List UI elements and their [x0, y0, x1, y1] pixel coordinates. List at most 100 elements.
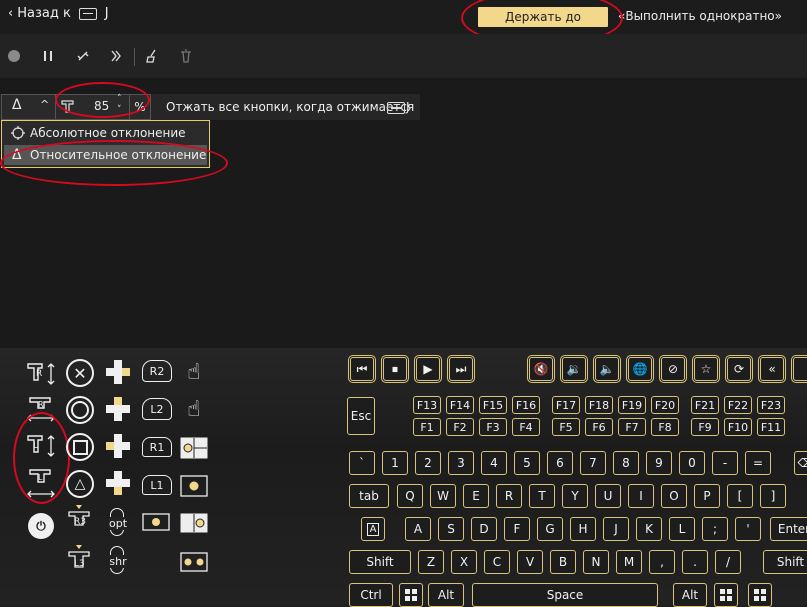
browser-stop-key[interactable]: ⊘ — [659, 355, 687, 383]
l3-button[interactable]: L3 — [66, 545, 92, 576]
tab-key[interactable]: tab — [349, 484, 389, 508]
key[interactable]: B — [550, 550, 576, 574]
key[interactable]: L — [669, 517, 695, 541]
key[interactable]: D — [471, 517, 497, 541]
key[interactable]: N — [583, 550, 609, 574]
key[interactable]: ' — [735, 517, 761, 541]
f-key[interactable]: F2 — [446, 418, 474, 436]
key[interactable]: / — [715, 550, 741, 574]
f-key[interactable]: F10 — [724, 418, 752, 436]
space-key[interactable]: Space — [472, 583, 658, 607]
volume-down-key[interactable]: 🔉 — [560, 355, 588, 383]
key[interactable]: ; — [702, 517, 728, 541]
options-button[interactable]: opt — [104, 508, 132, 538]
key[interactable]: 6 — [547, 451, 573, 475]
ps-button-icon[interactable]: ⏻ — [28, 513, 54, 539]
browser-forward-key[interactable] — [791, 355, 807, 383]
shift-right-key[interactable]: Shift — [763, 550, 807, 574]
key[interactable]: 5 — [514, 451, 540, 475]
windows-right-icon[interactable] — [714, 583, 738, 607]
pause-icon[interactable] — [40, 49, 56, 65]
back-button[interactable]: ‹ Назад к J — [8, 6, 109, 21]
media-prev-key[interactable]: ⏮ — [348, 355, 376, 383]
key[interactable]: 2 — [415, 451, 441, 475]
key[interactable]: Z — [418, 550, 444, 574]
f-key[interactable]: F9 — [691, 418, 719, 436]
alt-left-key[interactable]: Alt — [428, 583, 464, 607]
key[interactable]: V — [517, 550, 543, 574]
media-next-key[interactable]: ⏭ — [447, 355, 475, 383]
f-key[interactable]: F7 — [618, 418, 646, 436]
key[interactable]: J — [603, 517, 629, 541]
key[interactable]: X — [451, 550, 477, 574]
menu-key-icon[interactable] — [748, 583, 772, 607]
key[interactable]: 7 — [580, 451, 606, 475]
key[interactable]: O — [661, 484, 687, 508]
f-key[interactable]: F5 — [552, 418, 580, 436]
r3-button[interactable]: R3 — [66, 505, 92, 534]
touchpad-left-icon[interactable] — [180, 437, 208, 459]
record-icon[interactable] — [6, 49, 22, 65]
f-key[interactable]: F16 — [512, 396, 540, 414]
r2-button[interactable]: R2 — [142, 360, 172, 382]
touch-swipe-icon[interactable]: ☝ — [180, 358, 208, 386]
key[interactable]: [ — [727, 484, 753, 508]
dpad-up-button[interactable] — [104, 395, 132, 423]
touchpad-dual-icon[interactable] — [180, 552, 208, 572]
key[interactable]: = — [745, 451, 771, 475]
key[interactable]: 1 — [382, 451, 408, 475]
link-off-icon[interactable] — [75, 49, 91, 65]
key[interactable]: U — [595, 484, 621, 508]
windows-left-icon[interactable] — [399, 583, 423, 607]
f-key[interactable]: F13 — [413, 396, 441, 414]
deviation-mode-dropdown[interactable]: Δ ^ — [1, 94, 56, 120]
key[interactable]: 3 — [448, 451, 474, 475]
touchpad-split-icon[interactable] — [180, 513, 208, 533]
f-key[interactable]: F15 — [479, 396, 507, 414]
dpad-left-button[interactable] — [104, 432, 132, 460]
enter-key[interactable]: Enter — [770, 517, 807, 541]
alt-right-key[interactable]: Alt — [673, 583, 707, 607]
key[interactable]: A — [405, 517, 431, 541]
execute-once-button[interactable]: «Выполнить однократно» — [618, 9, 782, 23]
key[interactable]: ` — [349, 451, 375, 475]
media-play-key[interactable]: ▶ — [414, 355, 442, 383]
key[interactable]: 8 — [613, 451, 639, 475]
media-stop-key[interactable]: ⏹ — [381, 355, 409, 383]
cross-button[interactable]: ✕ — [66, 359, 94, 387]
f-key[interactable]: F23 — [757, 396, 785, 414]
key[interactable]: 9 — [646, 451, 672, 475]
f-key[interactable]: F21 — [691, 396, 719, 414]
trash-icon[interactable] — [178, 49, 194, 65]
key[interactable]: 4 — [481, 451, 507, 475]
browser-back-key[interactable]: « — [758, 355, 786, 383]
touchpad-center-icon[interactable] — [142, 513, 170, 531]
backspace-key[interactable]: ⌫ — [794, 451, 807, 475]
dpad-right-button[interactable] — [104, 358, 132, 386]
f-key[interactable]: F17 — [552, 396, 580, 414]
f-key[interactable]: F4 — [512, 418, 540, 436]
key[interactable]: , — [649, 550, 675, 574]
key[interactable]: G — [537, 517, 563, 541]
f-key[interactable]: F8 — [651, 418, 679, 436]
key[interactable]: Q — [397, 484, 423, 508]
share-button[interactable]: shr — [104, 546, 132, 576]
triangle-button[interactable]: △ — [66, 470, 94, 498]
broom-icon[interactable] — [144, 49, 160, 65]
key[interactable]: C — [484, 550, 510, 574]
volume-up-key[interactable]: 🔈 — [593, 355, 621, 383]
f-key[interactable]: F19 — [618, 396, 646, 414]
key[interactable]: . — [682, 550, 708, 574]
shift-left-key[interactable]: Shift — [349, 550, 411, 574]
double-chevron-icon[interactable] — [108, 49, 124, 65]
f-key[interactable]: F22 — [724, 396, 752, 414]
key[interactable]: M — [616, 550, 642, 574]
key[interactable]: W — [430, 484, 456, 508]
browser-key[interactable]: 🌐 — [626, 355, 654, 383]
l2-button[interactable]: L2 — [142, 398, 172, 420]
ctrl-left-key[interactable]: Ctrl — [349, 583, 393, 607]
f-key[interactable]: F1 — [413, 418, 441, 436]
key[interactable]: ] — [760, 484, 786, 508]
r1-button[interactable]: R1 — [142, 437, 172, 457]
key[interactable]: H — [570, 517, 596, 541]
